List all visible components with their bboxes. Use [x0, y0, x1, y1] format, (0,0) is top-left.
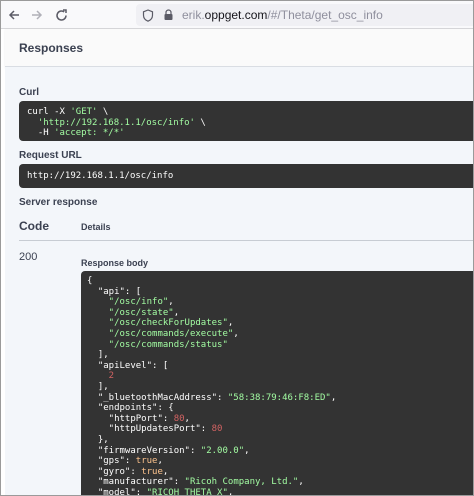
json-token: , — [233, 328, 239, 339]
json-token: , — [227, 487, 234, 496]
address-bar[interactable]: erik.oppget.com/#/Theta/get_osc_info — [136, 4, 473, 26]
json-token: , — [162, 466, 169, 477]
json-token: , — [168, 297, 174, 308]
details-column-header: Details — [81, 222, 111, 232]
json-line: ], — [87, 382, 469, 393]
json-line: "api": [ — [87, 287, 469, 298]
curl-label: Curl — [19, 87, 39, 98]
reload-icon[interactable] — [51, 5, 71, 25]
browser-window: erik.oppget.com/#/Theta/get_osc_info Res… — [0, 0, 474, 496]
json-token: , — [330, 392, 337, 403]
back-arrow-icon[interactable] — [4, 5, 24, 25]
forward-arrow-icon[interactable] — [27, 5, 47, 25]
json-token: "httpPort": — [87, 413, 174, 424]
json-token: "gyro": — [87, 466, 142, 477]
json-token: "/osc/state" — [87, 307, 174, 318]
responses-body: Curl curl -X 'GET' \ 'http://192.168.1.1… — [5, 67, 473, 496]
json-token: , — [227, 318, 234, 329]
json-line: "/osc/state", — [87, 308, 469, 319]
response-body-label: Response body — [81, 258, 149, 268]
json-line: "firmwareVersion": "2.00.0", — [87, 446, 469, 457]
json-line: ], — [87, 350, 469, 361]
json-token: "/osc/commands/execute" — [87, 328, 234, 339]
json-token: true — [141, 466, 163, 477]
json-token: ], — [87, 381, 109, 392]
json-token: "model": — [87, 487, 147, 496]
json-token: "RICOH THETA X" — [146, 487, 228, 496]
json-token: , — [298, 477, 304, 488]
json-token: , — [244, 445, 250, 456]
swagger-operation-panel: Responses Curl curl -X 'GET' \ 'http://1… — [5, 29, 473, 496]
shield-icon[interactable] — [140, 7, 156, 23]
curl-command-block[interactable]: curl -X 'GET' \ 'http://192.168.1.1/osc/… — [19, 101, 473, 141]
json-token: , — [173, 307, 180, 318]
response-body-block[interactable]: { "api": [ "/osc/info", "/osc/state", "/… — [81, 271, 473, 496]
json-token: "_bluetoothMacAddress": — [87, 392, 228, 403]
request-url-block[interactable]: http://192.168.1.1/osc/info — [19, 164, 473, 188]
url-text[interactable]: erik.oppget.com/#/Theta/get_osc_info — [182, 8, 383, 22]
request-url-label: Request URL — [19, 150, 82, 161]
responses-header: Responses — [5, 29, 473, 67]
json-line: "gps": true, — [87, 456, 469, 467]
json-token: }, — [87, 434, 109, 445]
json-token: 80 — [211, 424, 223, 435]
browser-toolbar: erik.oppget.com/#/Theta/get_osc_info — [1, 1, 473, 29]
json-line: "_bluetoothMacAddress": "58:38:79:46:F8:… — [87, 393, 469, 404]
json-token: "firmwareVersion": — [87, 445, 201, 456]
json-token: 80 — [173, 413, 185, 424]
json-line: "/osc/commands/execute", — [87, 329, 469, 340]
json-line: "gyro": true, — [87, 467, 469, 478]
json-token: "gps": — [87, 456, 136, 467]
json-token: "Ricoh Company, Ltd." — [184, 477, 299, 488]
json-token: "apiLevel": [ — [87, 360, 169, 371]
json-line: "httpUpdatesPort": 80 — [87, 424, 469, 435]
lock-icon[interactable] — [160, 7, 176, 23]
json-token: true — [135, 456, 158, 467]
json-token: "/osc/checkForUpdates" — [87, 318, 228, 329]
responses-title: Responses — [19, 40, 84, 55]
json-token: , — [157, 456, 163, 467]
json-line: 2 — [87, 371, 469, 382]
response-table-header: Code Details — [19, 213, 473, 241]
json-token: , — [184, 413, 190, 424]
json-token: ], — [87, 350, 109, 361]
server-response-label: Server response — [19, 197, 98, 208]
json-token: "/osc/commands/status" — [87, 339, 228, 350]
json-token: "58:38:79:46:F8:ED" — [227, 392, 331, 403]
json-token: "2.00.0" — [200, 445, 245, 456]
json-line: { — [87, 276, 469, 287]
json-token: { — [87, 276, 93, 286]
json-token: "endpoints": { — [87, 403, 174, 414]
json-line: "endpoints": { — [87, 403, 469, 414]
json-line: "httpPort": 80, — [87, 414, 469, 425]
json-line: }, — [87, 435, 469, 446]
json-token: 2 — [87, 371, 115, 382]
json-token: "httpUpdatesPort": — [87, 424, 212, 435]
json-line: "manufacturer": "Ricoh Company, Ltd.", — [87, 477, 469, 488]
json-line: "/osc/commands/status" — [87, 340, 469, 351]
status-code: 200 — [19, 251, 38, 263]
json-token: "api": [ — [87, 286, 142, 297]
json-line: "model": "RICOH THETA X", — [87, 487, 469, 496]
json-token: "manufacturer": — [87, 477, 185, 488]
json-line: "/osc/info", — [87, 297, 469, 308]
json-line: "/osc/checkForUpdates", — [87, 318, 469, 329]
json-token: "/osc/info" — [87, 297, 169, 308]
code-column-header: Code — [19, 219, 49, 233]
json-line: "apiLevel": [ — [87, 361, 469, 372]
